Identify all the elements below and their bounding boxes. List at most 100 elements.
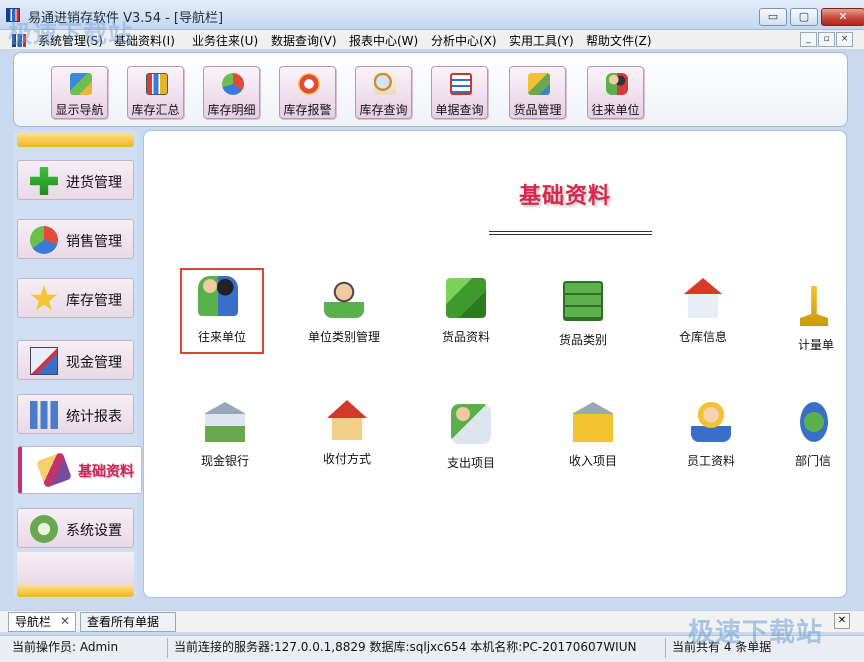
menu-reports[interactable]: 报表中心(W)	[349, 32, 418, 49]
house-arrow-icon	[327, 400, 367, 440]
people-printer-icon	[451, 404, 491, 444]
nav-label: 基础资料	[78, 464, 134, 480]
cash-icon	[30, 347, 58, 375]
status-server: 当前连接的服务器:127.0.0.1,8829 数据库:sqljxc654 本机…	[170, 638, 666, 658]
gear-icon	[30, 515, 58, 543]
nav-item-system-settings[interactable]: 系统设置	[17, 508, 134, 548]
contacts-icon	[198, 276, 238, 316]
toolbar-stock-query-button[interactable]: 库存查询	[355, 66, 412, 119]
item-label: 货品资料	[441, 330, 490, 344]
brush-icon	[36, 452, 72, 488]
menu-basic-data[interactable]: 基础资料(I)	[114, 32, 175, 49]
toolbar-label: 库存汇总	[131, 103, 180, 117]
toolbar-goods-management-button[interactable]: 货品管理	[509, 66, 566, 119]
close-button[interactable]: ✕	[821, 8, 864, 26]
item-label: 员工资料	[686, 454, 735, 468]
mdi-close-button[interactable]: ×	[836, 32, 853, 47]
document-table-icon	[450, 73, 472, 95]
nav-label: 进货管理	[66, 175, 122, 191]
nav-label: 统计报表	[66, 409, 122, 425]
magnifier-icon	[374, 73, 396, 95]
nav-item-reports[interactable]: 统计报表	[17, 394, 134, 434]
menu-tools[interactable]: 实用工具(Y)	[509, 32, 574, 49]
cabinet-icon	[563, 281, 603, 321]
status-records: 当前共有 4 条单据	[672, 640, 772, 654]
toolbar-show-nav-button[interactable]: 显示导航	[51, 66, 108, 119]
item-measure-unit[interactable]: 计量单	[782, 280, 864, 366]
menu-app-icon[interactable]	[12, 34, 26, 47]
bars-icon	[30, 401, 58, 429]
app-icon	[6, 8, 20, 22]
toolbar-stock-alarm-button[interactable]: 库存报警	[279, 66, 336, 119]
headset-person-icon	[324, 278, 364, 318]
nav-item-sales[interactable]: 销售管理	[17, 219, 134, 259]
item-goods-category[interactable]: 货品类别	[541, 275, 625, 361]
green-cubes-icon	[446, 278, 486, 318]
nav-footer-bar	[17, 585, 134, 597]
nav-header-bar	[17, 133, 134, 147]
menu-help[interactable]: 帮助文件(Z)	[586, 32, 652, 49]
tab-label: 导航栏	[15, 615, 52, 629]
item-label: 往来单位	[197, 330, 246, 344]
toolbar-label: 库存明细	[207, 103, 256, 117]
tab-all-documents[interactable]: 查看所有单据	[80, 612, 176, 632]
pie-icon	[30, 226, 58, 254]
page-title: 基础资料	[519, 184, 612, 209]
toolbar-document-query-button[interactable]: 单据查询	[431, 66, 488, 119]
item-income[interactable]: 收入项目	[551, 396, 635, 482]
item-label: 部门信	[795, 454, 832, 468]
nav-item-purchase[interactable]: 进货管理	[17, 160, 134, 200]
star-icon	[30, 285, 58, 311]
content-panel	[143, 130, 847, 598]
nav-item-basic-data[interactable]: 基础资料	[18, 446, 142, 494]
house-icon	[683, 278, 723, 318]
nav-label: 系统设置	[66, 523, 122, 539]
bank-document-icon	[573, 402, 613, 442]
item-label: 收付方式	[322, 452, 371, 466]
menu-analysis[interactable]: 分析中心(X)	[431, 32, 497, 49]
mdi-restore-button[interactable]: ▫	[818, 32, 835, 47]
item-goods-info[interactable]: 货品资料	[424, 272, 508, 358]
nav-label: 库存管理	[66, 293, 122, 309]
alarm-icon	[298, 73, 320, 95]
minimize-button[interactable]: ▭	[759, 8, 787, 26]
bar-chart-icon	[146, 73, 168, 95]
item-warehouse-info[interactable]: 仓库信息	[661, 272, 745, 358]
item-unit-category[interactable]: 单位类别管理	[302, 272, 386, 358]
item-cash-bank[interactable]: 现金银行	[183, 396, 267, 482]
title-underline	[489, 231, 652, 235]
toolbar-contacts-button[interactable]: 往来单位	[587, 66, 644, 119]
toolbar-label: 货品管理	[513, 103, 562, 117]
tab-label: 查看所有单据	[87, 615, 160, 629]
maximize-button[interactable]: ▢	[790, 8, 818, 26]
menu-bar: 系统管理(S) 基础资料(I) 业务往来(U) 数据查询(V) 报表中心(W) …	[0, 30, 864, 50]
item-label: 现金银行	[200, 454, 249, 468]
item-employee[interactable]: 员工资料	[669, 396, 753, 482]
woman-icon	[691, 402, 731, 442]
mdi-minimize-button[interactable]: _	[800, 32, 817, 47]
nav-label: 现金管理	[66, 355, 122, 371]
tab-close-icon[interactable]: ✕	[58, 614, 72, 628]
scale-icon	[800, 286, 828, 326]
toolbar-label: 库存报警	[283, 103, 332, 117]
plus-icon	[30, 167, 58, 195]
menu-system[interactable]: 系统管理(S)	[38, 32, 103, 49]
window-title: 易通进销存软件 V3.54 - [导航栏]	[28, 11, 224, 26]
item-payment-method[interactable]: 收付方式	[305, 394, 389, 480]
status-operator: 当前操作员: Admin	[8, 638, 168, 658]
menu-business[interactable]: 业务往来(U)	[192, 32, 258, 49]
toolbar-stock-detail-button[interactable]: 库存明细	[203, 66, 260, 119]
bank-coins-icon	[205, 402, 245, 442]
item-contacts[interactable]: 往来单位	[180, 268, 264, 354]
title-bar: 易通进销存软件 V3.54 - [导航栏] ▭ ▢ ✕	[0, 0, 864, 30]
item-department[interactable]: 部门信	[782, 396, 864, 482]
close-all-tabs-icon[interactable]: ✕	[834, 613, 850, 629]
nav-item-inventory[interactable]: 库存管理	[17, 278, 134, 318]
menu-data-query[interactable]: 数据查询(V)	[271, 32, 337, 49]
toolbar-stock-summary-button[interactable]: 库存汇总	[127, 66, 184, 119]
item-label: 支出项目	[446, 456, 495, 470]
navigation-grid-icon	[70, 73, 92, 95]
nav-item-cash[interactable]: 现金管理	[17, 340, 134, 380]
item-expense[interactable]: 支出项目	[429, 398, 513, 484]
pie-chart-icon	[222, 73, 244, 95]
